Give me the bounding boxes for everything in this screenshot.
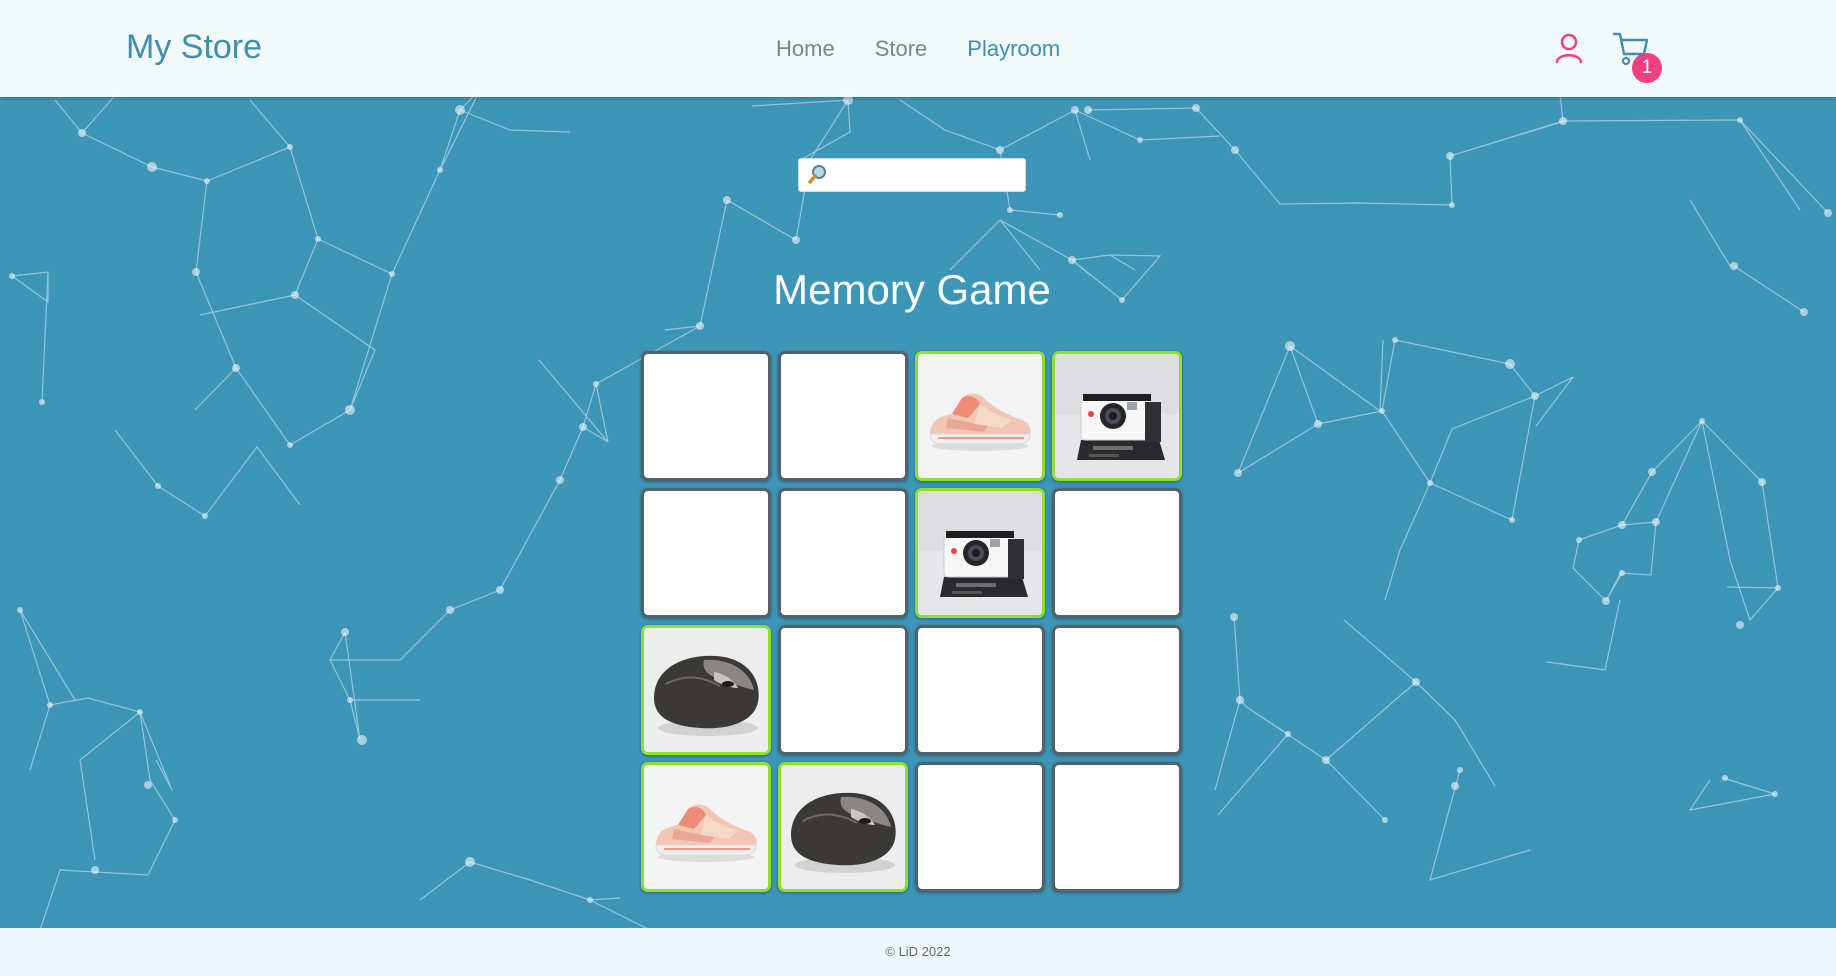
memory-card[interactable] (915, 351, 1045, 481)
cart-count-badge: 1 (1632, 53, 1662, 83)
memory-card[interactable] (915, 488, 1045, 618)
memory-card[interactable] (641, 488, 771, 618)
computer-mouse-image (781, 765, 905, 889)
memory-card[interactable] (778, 351, 908, 481)
memory-card[interactable] (915, 762, 1045, 892)
memory-card[interactable] (1052, 488, 1182, 618)
instant-camera-image (1055, 354, 1179, 478)
memory-card[interactable] (1052, 762, 1182, 892)
brand-logo-link[interactable]: My Store (126, 28, 262, 67)
memory-card[interactable] (778, 762, 908, 892)
computer-mouse-image (644, 628, 768, 752)
main-nav: Home Store Playroom (776, 36, 1060, 62)
sneaker-image (644, 765, 768, 889)
sneaker-image (918, 354, 1042, 478)
user-icon[interactable] (1554, 32, 1584, 64)
memory-card[interactable] (641, 625, 771, 755)
instant-camera-image (918, 491, 1042, 615)
memory-card[interactable] (1052, 625, 1182, 755)
footer: © LiD 2022 (0, 928, 1836, 976)
nav-link-home[interactable]: Home (776, 36, 835, 62)
search-icon (808, 165, 826, 184)
copyright-text: © LiD 2022 (885, 944, 951, 959)
memory-card[interactable] (641, 762, 771, 892)
memory-card[interactable] (1052, 351, 1182, 481)
memory-card[interactable] (778, 625, 908, 755)
search-input[interactable] (833, 162, 1023, 190)
top-navbar: My Store Home Store Playroom 1 (0, 0, 1836, 97)
nav-link-playroom[interactable]: Playroom (967, 36, 1060, 62)
memory-grid (641, 351, 1182, 892)
memory-card[interactable] (915, 625, 1045, 755)
search-box (798, 158, 1026, 192)
nav-link-store[interactable]: Store (875, 36, 928, 62)
page-title: Memory Game (773, 266, 1051, 313)
memory-card[interactable] (641, 351, 771, 481)
memory-card[interactable] (778, 488, 908, 618)
